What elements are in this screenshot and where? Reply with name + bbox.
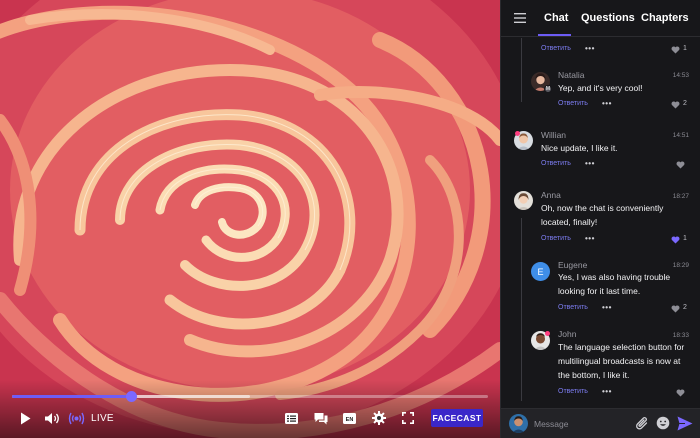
- like-count: 1: [683, 235, 687, 242]
- message-text-line: Oh, now the chat is conveniently: [541, 203, 664, 213]
- video-player[interactable]: LIVE EN FACECAST: [0, 0, 500, 438]
- more-options[interactable]: •••: [585, 44, 595, 53]
- avatar[interactable]: E: [531, 262, 550, 281]
- facecast-brand-button[interactable]: FACECAST: [431, 409, 483, 427]
- author-name: John: [558, 329, 577, 339]
- online-status-dot: [515, 131, 520, 136]
- volume-icon: [45, 412, 59, 424]
- tab-questions[interactable]: Questions: [581, 12, 635, 24]
- play-button[interactable]: [18, 409, 32, 427]
- volume-button[interactable]: [43, 409, 61, 427]
- avatar[interactable]: [514, 191, 533, 210]
- reply-link[interactable]: Ответить: [558, 388, 588, 395]
- more-options[interactable]: •••: [602, 303, 612, 312]
- send-icon[interactable]: [677, 416, 693, 431]
- list-icon: [284, 412, 298, 424]
- chat-bubble-icon: [314, 412, 327, 424]
- language-button[interactable]: EN: [342, 409, 356, 427]
- live-broadcast-icon: [68, 412, 84, 424]
- message-text-line: The language selection button for: [558, 342, 685, 352]
- settings-button[interactable]: [371, 409, 386, 427]
- fullscreen-button[interactable]: [401, 409, 415, 427]
- fullscreen-icon: [402, 412, 414, 424]
- reply-link[interactable]: Ответить: [541, 235, 571, 242]
- chat-toggle-button[interactable]: [313, 409, 328, 427]
- timestamp: 14:53: [672, 72, 689, 79]
- chat-panel: Chat Questions Chapters Ответить ••• 1 M…: [500, 0, 700, 438]
- hamburger-menu-icon[interactable]: [514, 13, 526, 23]
- user-photo-icon: [509, 414, 528, 433]
- message-text: Yep, and it's very cool!: [558, 83, 643, 93]
- heart-icon[interactable]: [671, 46, 680, 54]
- author-name: Eugene: [558, 260, 588, 270]
- progress-fill: [12, 395, 131, 398]
- message-text-line: looking for it last time.: [558, 286, 641, 296]
- panel-tabs: Chat Questions Chapters: [501, 0, 700, 37]
- chat-message-list[interactable]: Ответить ••• 1 M Natalia 14:53 Yep, and …: [501, 38, 700, 408]
- more-options[interactable]: •••: [602, 387, 612, 396]
- tab-chat[interactable]: Chat: [544, 12, 568, 24]
- message-text: Nice update, I like it.: [541, 143, 618, 153]
- reply-link[interactable]: Ответить: [541, 160, 571, 167]
- heart-icon[interactable]: [676, 161, 685, 169]
- heart-icon[interactable]: [671, 305, 680, 313]
- play-icon: [20, 412, 30, 424]
- message-composer: [501, 408, 700, 438]
- message-text-line: Yes, I was also having trouble: [558, 272, 671, 282]
- author-name: Natalia: [558, 70, 585, 80]
- active-tab-indicator: [538, 34, 571, 36]
- progress-thumb[interactable]: [126, 391, 137, 402]
- playlist-button[interactable]: [284, 409, 298, 427]
- timestamp: 18:29: [672, 262, 689, 269]
- message-text-line: located, finally!: [541, 217, 598, 227]
- reply-link[interactable]: Ответить: [558, 100, 588, 107]
- more-options[interactable]: •••: [602, 99, 612, 108]
- more-options[interactable]: •••: [585, 234, 595, 243]
- video-frame-artwork: [0, 0, 500, 438]
- current-user-avatar: [509, 414, 528, 433]
- author-name: Anna: [541, 190, 561, 200]
- moderator-badge-icon: M: [544, 85, 552, 93]
- timestamp: 14:51: [672, 132, 689, 139]
- message-text-line: the bottom, I like it.: [558, 370, 630, 380]
- tab-chapters[interactable]: Chapters: [641, 12, 689, 24]
- live-label: LIVE: [91, 412, 114, 424]
- message-input[interactable]: [534, 417, 630, 431]
- like-count: 2: [683, 304, 687, 311]
- language-badge-text: EN: [345, 416, 353, 422]
- thread-line: [521, 218, 522, 401]
- thread-line: [521, 38, 522, 102]
- live-button[interactable]: [67, 409, 85, 427]
- emoji-smiley-icon[interactable]: [656, 416, 670, 430]
- online-status-dot: [545, 331, 550, 336]
- attach-paperclip-icon[interactable]: [636, 416, 649, 431]
- language-icon: EN: [342, 412, 356, 424]
- heart-icon-liked[interactable]: [671, 236, 680, 244]
- like-count: 2: [683, 100, 687, 107]
- reply-link[interactable]: Ответить: [541, 45, 571, 52]
- reply-link[interactable]: Ответить: [558, 304, 588, 311]
- timestamp: 18:27: [672, 193, 689, 200]
- heart-icon[interactable]: [676, 389, 685, 397]
- heart-icon[interactable]: [671, 101, 680, 109]
- like-count: 1: [683, 45, 687, 52]
- author-name: Willian: [541, 130, 567, 140]
- settings-gear-icon: [371, 411, 386, 425]
- message-text-line: multilingual broadcasts is now at: [558, 356, 681, 366]
- progress-bar[interactable]: [12, 391, 488, 402]
- more-options[interactable]: •••: [585, 159, 595, 168]
- timestamp: 18:33: [672, 332, 689, 339]
- user-photo-icon: [514, 191, 533, 210]
